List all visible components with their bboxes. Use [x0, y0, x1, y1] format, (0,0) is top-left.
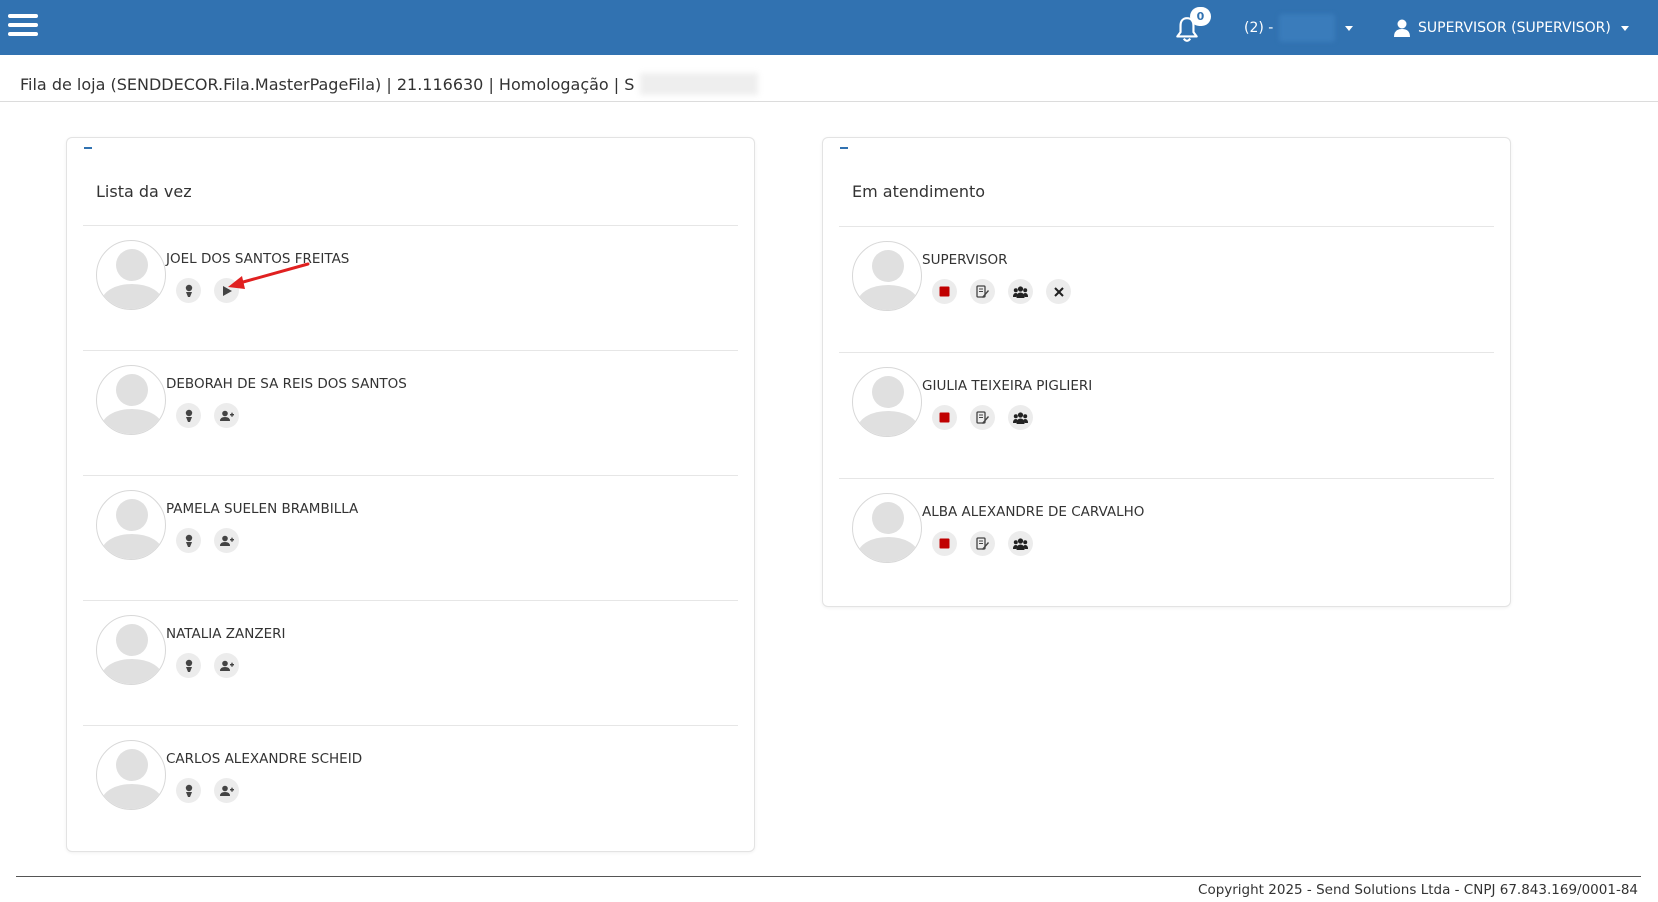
action-buttons: [176, 653, 239, 678]
queue-panel: Lista da vez JOEL DOS SANTOS FREITAS DEBO…: [66, 137, 755, 852]
person-button[interactable]: [176, 278, 201, 303]
avatar: [96, 365, 166, 435]
group-icon: [1013, 537, 1028, 550]
person-button[interactable]: [176, 403, 201, 428]
notification-badge: 0: [1190, 7, 1211, 26]
chevron-down-icon: [1620, 25, 1629, 31]
list-item: CARLOS ALEXANDRE SCHEID: [83, 725, 738, 850]
add-user-button[interactable]: [214, 528, 239, 553]
user-icon: [1394, 19, 1410, 37]
top-navbar: 0 (2) - SUPERVISOR (SUPERVISOR): [0, 0, 1658, 55]
edit-note-icon: [976, 284, 989, 299]
page-title-text: Fila de loja (SENDDECOR.Fila.MasterPageF…: [20, 74, 635, 94]
person-name: CARLOS ALEXANDRE SCHEID: [166, 751, 363, 767]
add-user-icon: [219, 785, 234, 797]
add-user-button[interactable]: [214, 653, 239, 678]
group-button[interactable]: [1008, 279, 1033, 304]
edit-note-button[interactable]: [970, 531, 995, 556]
list-item: GIULIA TEIXEIRA PIGLIERI: [839, 352, 1494, 478]
avatar: [96, 615, 166, 685]
store-selector-label: (2) -: [1244, 20, 1274, 36]
group-icon: [1013, 411, 1028, 424]
person-icon: [183, 659, 195, 673]
footer-divider: [16, 876, 1641, 877]
add-user-icon: [219, 410, 234, 422]
person-name: ALBA ALEXANDRE DE CARVALHO: [922, 504, 1145, 520]
user-label: SUPERVISOR (SUPERVISOR): [1418, 20, 1611, 36]
queue-list: JOEL DOS SANTOS FREITAS DEBORAH DE SA REI…: [83, 225, 738, 850]
edit-note-icon: [976, 536, 989, 551]
person-name: JOEL DOS SANTOS FREITAS: [166, 251, 350, 267]
store-selector[interactable]: (2) -: [1244, 14, 1354, 42]
action-buttons: [932, 531, 1033, 556]
add-user-icon: [219, 660, 234, 672]
group-button[interactable]: [1008, 531, 1033, 556]
person-button[interactable]: [176, 778, 201, 803]
close-button[interactable]: [1046, 279, 1071, 304]
avatar: [852, 493, 922, 563]
page-title: Fila de loja (SENDDECOR.Fila.MasterPageF…: [20, 73, 759, 95]
add-user-button[interactable]: [214, 778, 239, 803]
stop-button[interactable]: [932, 279, 957, 304]
collapse-icon[interactable]: [840, 147, 848, 149]
avatar: [96, 490, 166, 560]
action-buttons: [932, 405, 1033, 430]
avatar: [96, 240, 166, 310]
list-item: JOEL DOS SANTOS FREITAS: [83, 225, 738, 350]
attending-list: SUPERVISOR GIULIA TEIXEIRA PIGLIERI ALBA A…: [839, 226, 1494, 604]
action-buttons: [176, 778, 239, 803]
menu-icon[interactable]: [8, 14, 38, 36]
stop-icon: [939, 538, 950, 549]
add-user-button[interactable]: [214, 403, 239, 428]
stop-button[interactable]: [932, 405, 957, 430]
action-buttons: [932, 279, 1071, 304]
redacted-title-part: [640, 73, 759, 95]
redacted-store-name: [1279, 14, 1336, 42]
attending-panel: Em atendimento SUPERVISOR GIULIA TEIXEIRA…: [822, 137, 1511, 607]
stop-icon: [939, 412, 950, 423]
user-menu[interactable]: SUPERVISOR (SUPERVISOR): [1394, 18, 1629, 38]
person-icon: [183, 284, 195, 298]
queue-panel-title: Lista da vez: [96, 182, 192, 201]
person-icon: [183, 534, 195, 548]
list-item: PAMELA SUELEN BRAMBILLA: [83, 475, 738, 600]
avatar: [96, 740, 166, 810]
stop-icon: [939, 286, 950, 297]
person-name: GIULIA TEIXEIRA PIGLIERI: [922, 378, 1093, 394]
action-buttons: [176, 278, 239, 303]
chevron-down-icon: [1345, 25, 1354, 31]
action-buttons: [176, 528, 239, 553]
list-item: NATALIA ZANZERI: [83, 600, 738, 725]
play-icon: [221, 285, 233, 297]
action-buttons: [176, 403, 239, 428]
person-icon: [183, 784, 195, 798]
add-user-icon: [219, 535, 234, 547]
person-button[interactable]: [176, 653, 201, 678]
close-icon: [1053, 286, 1064, 297]
list-item: ALBA ALEXANDRE DE CARVALHO: [839, 478, 1494, 604]
avatar: [852, 241, 922, 311]
list-item: SUPERVISOR: [839, 226, 1494, 352]
stop-button[interactable]: [932, 531, 957, 556]
edit-note-button[interactable]: [970, 405, 995, 430]
copyright-text: Copyright 2025 - Send Solutions Ltda - C…: [1198, 882, 1638, 898]
person-button[interactable]: [176, 528, 201, 553]
person-name: DEBORAH DE SA REIS DOS SANTOS: [166, 376, 407, 392]
attending-panel-title: Em atendimento: [852, 182, 986, 201]
play-button[interactable]: [214, 278, 239, 303]
group-icon: [1013, 285, 1028, 298]
person-name: NATALIA ZANZERI: [166, 626, 286, 642]
collapse-icon[interactable]: [84, 147, 92, 149]
person-name: SUPERVISOR: [922, 252, 1008, 268]
person-name: PAMELA SUELEN BRAMBILLA: [166, 501, 359, 517]
person-icon: [183, 409, 195, 423]
subheader: Fila de loja (SENDDECOR.Fila.MasterPageF…: [0, 55, 1658, 102]
group-button[interactable]: [1008, 405, 1033, 430]
list-item: DEBORAH DE SA REIS DOS SANTOS: [83, 350, 738, 475]
edit-note-button[interactable]: [970, 279, 995, 304]
edit-note-icon: [976, 410, 989, 425]
avatar: [852, 367, 922, 437]
